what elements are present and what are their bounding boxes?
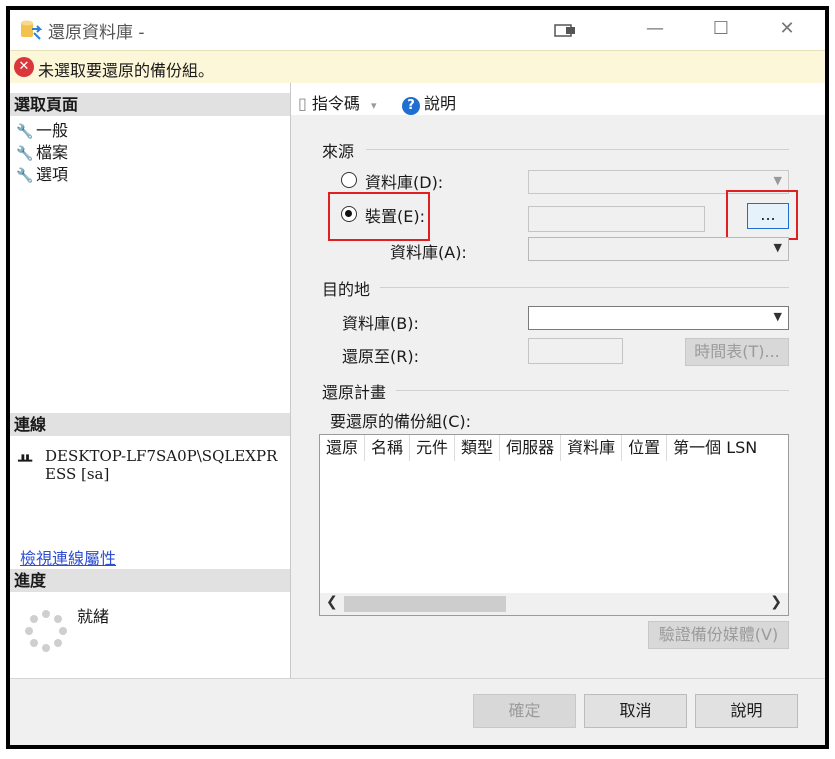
maximize-button[interactable]: ☐ xyxy=(706,16,736,42)
page-item-general[interactable]: 🔧 一般 xyxy=(16,117,68,141)
scroll-right-icon[interactable]: ❯ xyxy=(770,594,782,610)
cancel-button[interactable]: 取消 xyxy=(584,694,687,728)
grid-header: 還原 名稱 元件 類型 伺服器 資料庫 位置 第一個 LSN xyxy=(320,435,763,461)
column-header-position[interactable]: 位置 xyxy=(622,435,668,461)
error-message: 未選取要還原的備份組。 xyxy=(38,61,215,80)
database-b-label: 資料庫(B): xyxy=(342,314,419,333)
close-button[interactable]: ✕ xyxy=(772,16,802,42)
view-connection-properties-link[interactable]: 檢視連線屬性 xyxy=(20,545,116,569)
chevron-down-icon: ▼ xyxy=(773,241,782,254)
script-dropdown[interactable]: ▯ 指令碼 ▾ xyxy=(298,90,377,114)
divider xyxy=(380,287,789,288)
browse-devices-button[interactable]: ... xyxy=(747,203,789,229)
page-item-files[interactable]: 🔧 檔案 xyxy=(16,139,68,163)
backup-sets-grid[interactable]: 還原 名稱 元件 類型 伺服器 資料庫 位置 第一個 LSN ❮ ❯ xyxy=(319,434,789,616)
device-radio-label: 裝置(E): xyxy=(365,207,425,226)
page-item-options[interactable]: 🔧 選項 xyxy=(16,161,68,185)
ok-button[interactable]: 確定 xyxy=(473,694,576,728)
verify-backup-media-button[interactable]: 驗證備份媒體(V) xyxy=(648,621,789,649)
source-group-label: 來源 xyxy=(322,142,355,161)
restore-database-dialog: 還原資料庫 - — ☐ ✕ ✕ 未選取要還原的備份組。 選取頁面 🔧 一般 🔧 檔案… xyxy=(6,6,829,749)
window-title: 還原資料庫 - xyxy=(48,23,145,43)
page-item-label: 一般 xyxy=(36,121,69,140)
column-header-server[interactable]: 伺服器 xyxy=(500,435,562,461)
column-header-type[interactable]: 類型 xyxy=(455,435,501,461)
progress-header: 進度 xyxy=(10,569,290,592)
restore-to-field xyxy=(528,338,623,364)
script-label: 指令碼 xyxy=(311,94,360,113)
restore-plan-group-label: 還原計畫 xyxy=(322,383,387,402)
script-icon: ▯ xyxy=(298,94,307,113)
page-item-label: 檔案 xyxy=(36,143,69,162)
chevron-down-icon: ▾ xyxy=(371,99,377,112)
timeline-button[interactable]: 時間表(T)... xyxy=(685,338,789,366)
help-icon: ? xyxy=(402,97,420,115)
column-header-database[interactable]: 資料庫 xyxy=(561,435,623,461)
device-path-field xyxy=(528,206,705,232)
restore-to-label: 還原至(R): xyxy=(342,347,419,366)
scroll-left-icon[interactable]: ❮ xyxy=(326,594,338,610)
progress-status: 就緒 xyxy=(77,607,110,626)
error-icon: ✕ xyxy=(14,57,34,77)
database-radio-label: 資料庫(D): xyxy=(365,173,444,192)
progress-spinner-icon xyxy=(25,610,67,652)
destination-database-combo[interactable]: ▼ xyxy=(528,306,789,330)
column-header-name[interactable]: 名稱 xyxy=(365,435,411,461)
scrollbar-thumb[interactable] xyxy=(344,596,506,612)
database-a-combo[interactable]: ▼ xyxy=(528,237,789,261)
page-item-label: 選項 xyxy=(36,165,69,184)
database-a-label: 資料庫(A): xyxy=(390,243,467,262)
error-message-bar: ✕ 未選取要還原的備份組。 xyxy=(10,50,825,84)
column-header-first-lsn[interactable]: 第一個 LSN xyxy=(667,435,763,461)
select-page-header: 選取頁面 xyxy=(10,93,290,116)
wrench-icon: 🔧 xyxy=(16,124,34,140)
divider xyxy=(396,390,789,391)
wrench-icon: 🔧 xyxy=(16,146,34,162)
help-toolbar-button[interactable]: ? 說明 xyxy=(402,90,456,115)
minimize-button[interactable]: — xyxy=(640,16,670,42)
connection-server-text: DESKTOP-LF7SA0P\SQLEXPRESS [sa] xyxy=(45,447,278,483)
column-header-restore[interactable]: 還原 xyxy=(320,435,366,461)
chevron-down-icon: ▼ xyxy=(773,174,782,187)
title-bar: 還原資料庫 - — ☐ ✕ xyxy=(10,10,825,50)
destination-group-label: 目的地 xyxy=(322,280,371,299)
column-header-component[interactable]: 元件 xyxy=(410,435,456,461)
chevron-down-icon: ▼ xyxy=(773,310,782,323)
wrench-icon: 🔧 xyxy=(16,168,34,184)
horizontal-scrollbar[interactable]: ❮ ❯ xyxy=(320,593,788,615)
connection-header: 連線 xyxy=(10,413,290,436)
screen-capture-icon[interactable] xyxy=(554,22,578,38)
connection-icon: ᚇ xyxy=(18,451,33,469)
help-label: 說明 xyxy=(424,94,457,113)
backup-sets-label: 要還原的備份組(C): xyxy=(330,412,472,431)
help-button[interactable]: 說明 xyxy=(695,694,798,728)
left-panel: 選取頁面 🔧 一般 🔧 檔案 🔧 選項 連線 ᚇ DESKTOP-LF7SA0P\SQ… xyxy=(10,83,291,678)
device-radio[interactable] xyxy=(341,206,357,222)
divider xyxy=(366,149,789,150)
restore-database-icon xyxy=(21,20,42,40)
database-radio[interactable] xyxy=(341,172,357,188)
